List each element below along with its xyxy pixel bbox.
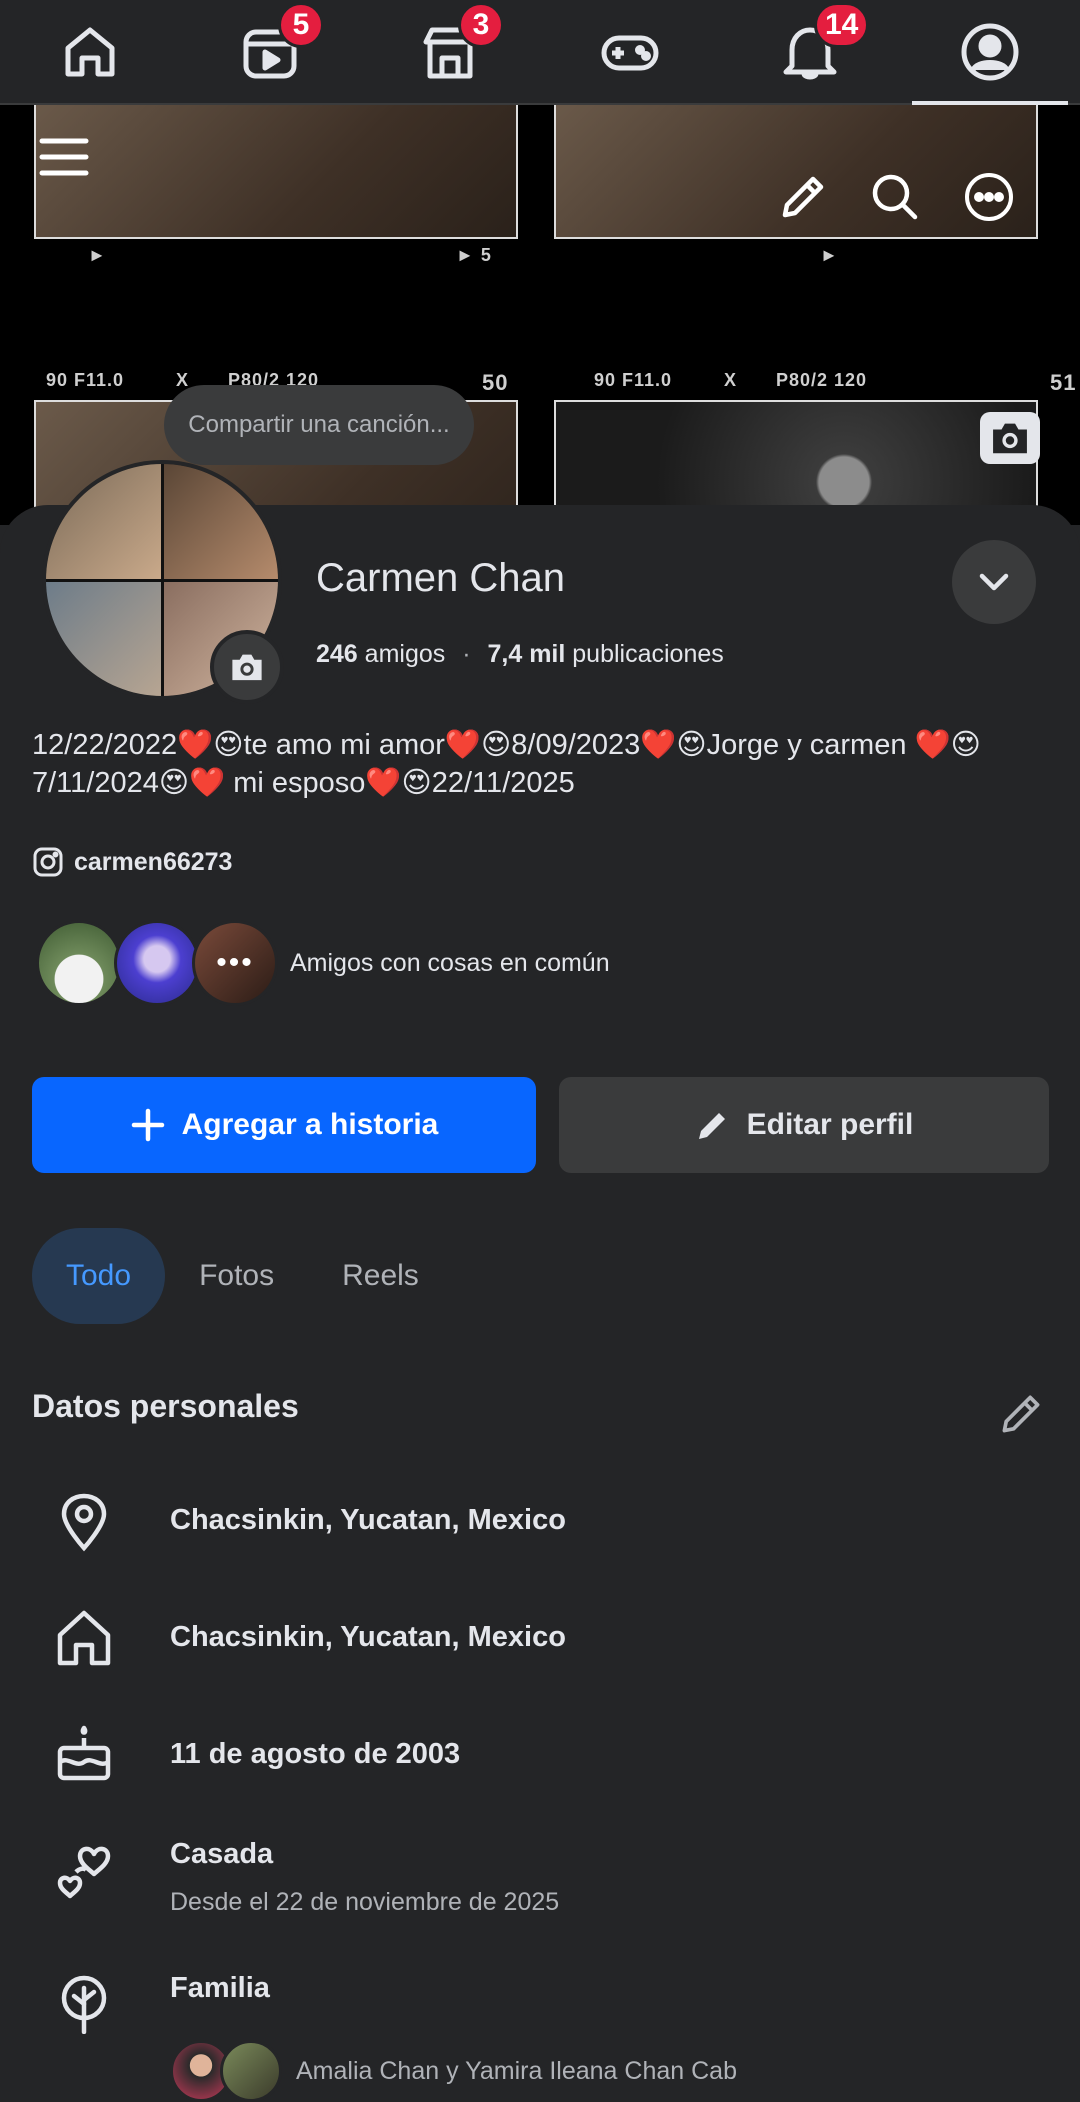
home-icon xyxy=(65,27,115,76)
pencil-icon xyxy=(1002,1395,1040,1433)
profile-expand-button[interactable] xyxy=(952,540,1036,624)
edit-cover-button[interactable] xyxy=(774,157,832,237)
home-icon xyxy=(52,1605,116,1669)
tab-todo[interactable]: Todo xyxy=(32,1228,166,1324)
film-label: 90 F11.0 xyxy=(594,370,673,390)
notifications-badge: 14 xyxy=(814,2,870,48)
film-label: X xyxy=(724,370,738,390)
more-friends-avatar: ••• xyxy=(192,920,278,1006)
pencil-icon xyxy=(782,176,824,218)
film-label: 51 xyxy=(1050,370,1077,395)
nav-gaming[interactable] xyxy=(540,0,720,103)
nav-home[interactable] xyxy=(0,0,180,103)
relationship-text: Casada xyxy=(170,1838,274,1870)
edit-details-button[interactable] xyxy=(995,1388,1047,1440)
tab-reels[interactable]: Reels xyxy=(308,1228,453,1324)
pencil-icon xyxy=(698,1113,725,1139)
hamburger-icon xyxy=(39,138,89,176)
search-button[interactable] xyxy=(866,157,924,237)
cover-camera-button[interactable] xyxy=(980,412,1040,464)
more-options-button[interactable] xyxy=(960,157,1018,237)
instagram-link[interactable]: carmen66273 xyxy=(32,846,232,878)
add-to-story-button[interactable]: Agregar a historia xyxy=(32,1077,536,1173)
friends-label[interactable]: amigos xyxy=(365,640,446,668)
film-label: 90 F11.0 xyxy=(46,370,125,390)
posts-count: 7,4 mil xyxy=(487,640,566,668)
personal-details-title: Datos personales xyxy=(32,1388,299,1424)
family-members-text: Amalia Chan y Yamira Ileana Chan Cab xyxy=(296,2056,737,2085)
film-marker: ► xyxy=(88,245,107,265)
edit-profile-button[interactable]: Editar perfil xyxy=(559,1077,1049,1173)
share-song-bubble[interactable]: Compartir una canción... xyxy=(164,385,474,465)
profile-bio: 12/22/2022❤️😍te amo mi amor❤️😍8/09/2023❤… xyxy=(32,729,981,799)
birthday-text: 11 de agosto de 2003 xyxy=(170,1738,461,1770)
family-members[interactable]: Amalia Chan y Yamira Ileana Chan Cab xyxy=(170,2040,737,2102)
video-badge: 5 xyxy=(278,2,324,48)
film-label: 50 xyxy=(482,370,509,395)
separator-dot: · xyxy=(462,640,471,668)
more-icon xyxy=(965,173,1013,221)
hearts-icon xyxy=(52,1838,116,1902)
nav-notifications[interactable]: 14 xyxy=(720,0,900,103)
profile-tabs: Todo Fotos Reels xyxy=(32,1228,453,1324)
family-tree-icon xyxy=(52,1972,116,2036)
avatar-camera-button[interactable] xyxy=(210,630,284,704)
camera-icon xyxy=(232,654,262,681)
cover-frame xyxy=(34,105,518,239)
birthday-cake-icon xyxy=(52,1722,116,1786)
profile-icon xyxy=(961,23,1019,80)
current-city-text: Chacsinkin, Yucatan, Mexico xyxy=(170,1504,566,1536)
instagram-handle: carmen66273 xyxy=(74,847,233,876)
nav-profile[interactable] xyxy=(900,0,1080,105)
relationship-since-text: Desde el 22 de noviembre de 2025 xyxy=(170,1888,560,1916)
plus-icon xyxy=(131,1108,164,1142)
top-navigation-bar: 5 3 14 xyxy=(0,0,1080,105)
friend-avatar xyxy=(36,920,122,1006)
mutual-friends[interactable]: ••• Amigos con cosas en común xyxy=(36,920,610,1006)
add-to-story-label: Agregar a historia xyxy=(181,1108,439,1141)
friends-count[interactable]: 246 xyxy=(316,640,358,668)
nav-marketplace[interactable]: 3 xyxy=(360,0,540,103)
nav-video[interactable]: 5 xyxy=(180,0,360,103)
marketplace-badge: 3 xyxy=(458,2,504,48)
film-marker: ► 5 xyxy=(456,245,492,265)
instagram-icon xyxy=(33,847,63,877)
camera-icon xyxy=(993,423,1027,454)
mutual-friends-label: Amigos con cosas en común xyxy=(290,948,610,977)
film-marker: ► xyxy=(820,245,839,265)
menu-button[interactable] xyxy=(34,127,94,187)
family-avatar xyxy=(220,2040,282,2102)
edit-profile-label: Editar perfil xyxy=(746,1108,914,1141)
search-icon xyxy=(872,174,918,220)
profile-name: Carmen Chan xyxy=(316,556,566,600)
friend-avatar xyxy=(114,920,200,1006)
location-pin-icon xyxy=(52,1490,116,1554)
film-label: P80/2 120 xyxy=(776,370,868,390)
hometown-text: Chacsinkin, Yucatan, Mexico xyxy=(170,1621,566,1653)
gaming-icon xyxy=(601,35,659,70)
chevron-down-icon xyxy=(979,573,1009,591)
family-label: Familia xyxy=(170,1972,270,2004)
posts-label: publicaciones xyxy=(572,640,724,668)
profile-stats: 246 amigos · 7,4 mil publicaciones xyxy=(316,640,724,669)
tab-fotos[interactable]: Fotos xyxy=(165,1228,308,1324)
